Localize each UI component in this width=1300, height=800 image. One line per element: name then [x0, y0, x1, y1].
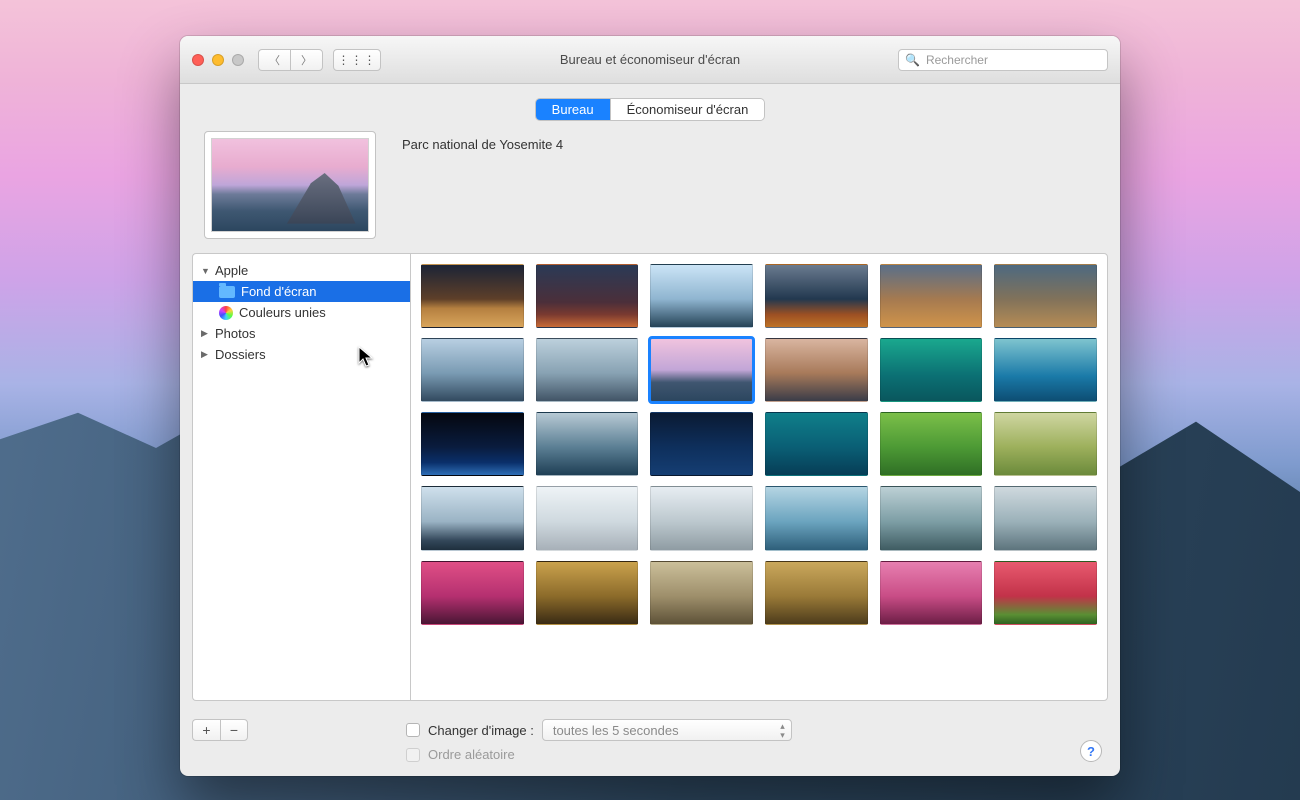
wallpaper-thumb[interactable] — [536, 338, 639, 402]
thumbnail-grid-wrap — [410, 253, 1108, 701]
wallpaper-thumb[interactable] — [421, 561, 524, 625]
wallpaper-thumb[interactable] — [536, 561, 639, 625]
sidebar-item-solid-colors[interactable]: Couleurs unies — [193, 302, 410, 323]
disclosure-right-icon: ▶ — [201, 328, 209, 339]
zoom-window-button[interactable] — [232, 54, 244, 66]
desktop-wallpaper: 〈 〉 ⋮⋮⋮ Bureau et économiseur d'écran 🔍 … — [0, 0, 1300, 800]
wallpaper-thumb[interactable] — [765, 338, 868, 402]
wallpaper-thumb[interactable] — [994, 486, 1097, 550]
wallpaper-thumb-selected[interactable] — [650, 338, 753, 402]
random-order-label: Ordre aléatoire — [428, 747, 515, 762]
wallpaper-thumb[interactable] — [421, 338, 524, 402]
wallpaper-thumb[interactable] — [536, 264, 639, 328]
sidebar-group-label: Apple — [215, 263, 248, 278]
minimize-window-button[interactable] — [212, 54, 224, 66]
search-field-wrap[interactable]: 🔍 — [898, 49, 1108, 71]
wallpaper-thumb[interactable] — [880, 561, 983, 625]
wallpaper-thumb[interactable] — [421, 264, 524, 328]
wallpaper-thumb[interactable] — [650, 412, 753, 476]
nav-back-forward: 〈 〉 — [258, 49, 323, 71]
wallpaper-thumb[interactable] — [765, 412, 868, 476]
change-picture-checkbox[interactable] — [406, 723, 420, 737]
sidebar-group-folders[interactable]: ▶ Dossiers — [193, 344, 410, 365]
disclosure-down-icon: ▼ — [201, 266, 209, 276]
sidebar-item-desktop-pictures[interactable]: Fond d'écran — [193, 281, 410, 302]
current-wallpaper-image — [211, 138, 369, 232]
window-controls — [192, 54, 244, 66]
tab-row: Bureau Économiseur d'écran — [180, 84, 1120, 131]
wallpaper-thumb[interactable] — [880, 486, 983, 550]
chevron-left-icon: 〈 — [269, 52, 280, 68]
folder-add-remove: + − — [192, 719, 248, 741]
color-wheel-icon — [219, 306, 233, 320]
wallpaper-thumb[interactable] — [765, 486, 868, 550]
change-interval-select[interactable]: toutes les 5 secondes ▴▾ — [542, 719, 792, 741]
sidebar-group-label: Photos — [215, 326, 255, 341]
wallpaper-thumb[interactable] — [650, 561, 753, 625]
wallpaper-thumb[interactable] — [765, 561, 868, 625]
folder-icon — [219, 286, 235, 298]
stepper-updown-icon: ▴▾ — [780, 722, 785, 740]
thumbnail-grid — [411, 254, 1107, 635]
wallpaper-thumb[interactable] — [650, 264, 753, 328]
sidebar-group-apple[interactable]: ▼ Apple — [193, 260, 410, 281]
wallpaper-thumb[interactable] — [994, 338, 1097, 402]
wallpaper-thumb[interactable] — [765, 264, 868, 328]
random-order-row: Ordre aléatoire — [406, 747, 792, 762]
wallpaper-thumb[interactable] — [421, 486, 524, 550]
chevron-right-icon: 〉 — [301, 52, 312, 68]
mountain-shape — [287, 173, 356, 224]
wallpaper-thumb[interactable] — [880, 338, 983, 402]
current-wallpaper-row: Parc national de Yosemite 4 — [180, 131, 1120, 253]
sidebar-group-photos[interactable]: ▶ Photos — [193, 323, 410, 344]
wallpaper-thumb[interactable] — [536, 412, 639, 476]
source-sidebar: ▼ Apple Fond d'écran Couleurs unies ▶ Ph… — [192, 253, 410, 701]
grid-icon: ⋮⋮⋮ — [338, 53, 377, 67]
bottom-bar: + − Changer d'image : toutes les 5 secon… — [180, 711, 1120, 776]
current-wallpaper-preview — [204, 131, 376, 239]
sidebar-group-label: Dossiers — [215, 347, 266, 362]
remove-folder-button[interactable]: − — [220, 719, 248, 741]
wallpaper-thumb[interactable] — [994, 561, 1097, 625]
preferences-window: 〈 〉 ⋮⋮⋮ Bureau et économiseur d'écran 🔍 … — [180, 36, 1120, 776]
content-split: ▼ Apple Fond d'écran Couleurs unies ▶ Ph… — [180, 253, 1120, 711]
sidebar-item-label: Couleurs unies — [239, 305, 326, 320]
change-picture-row: Changer d'image : toutes les 5 secondes … — [406, 719, 792, 741]
sidebar-item-label: Fond d'écran — [241, 284, 316, 299]
change-options: Changer d'image : toutes les 5 secondes … — [406, 719, 792, 762]
wallpaper-thumb[interactable] — [536, 486, 639, 550]
forward-button[interactable]: 〉 — [290, 49, 323, 71]
wallpaper-thumb[interactable] — [994, 412, 1097, 476]
current-wallpaper-name: Parc national de Yosemite 4 — [402, 131, 563, 152]
tab-screensaver[interactable]: Économiseur d'écran — [610, 99, 765, 120]
change-picture-label: Changer d'image : — [428, 723, 534, 738]
help-button[interactable]: ? — [1080, 740, 1102, 762]
wallpaper-thumb[interactable] — [421, 412, 524, 476]
tab-desktop[interactable]: Bureau — [536, 99, 610, 120]
close-window-button[interactable] — [192, 54, 204, 66]
wallpaper-thumb[interactable] — [880, 412, 983, 476]
search-input[interactable] — [926, 53, 1101, 67]
tabs: Bureau Économiseur d'écran — [535, 98, 766, 121]
wallpaper-thumb[interactable] — [880, 264, 983, 328]
search-icon: 🔍 — [905, 53, 920, 67]
add-folder-button[interactable]: + — [192, 719, 220, 741]
change-interval-value: toutes les 5 secondes — [553, 723, 679, 738]
wallpaper-thumb[interactable] — [994, 264, 1097, 328]
window-titlebar: 〈 〉 ⋮⋮⋮ Bureau et économiseur d'écran 🔍 — [180, 36, 1120, 84]
wallpaper-thumb[interactable] — [650, 486, 753, 550]
random-order-checkbox — [406, 748, 420, 762]
back-button[interactable]: 〈 — [258, 49, 290, 71]
show-all-button[interactable]: ⋮⋮⋮ — [333, 49, 381, 71]
disclosure-right-icon: ▶ — [201, 349, 209, 360]
